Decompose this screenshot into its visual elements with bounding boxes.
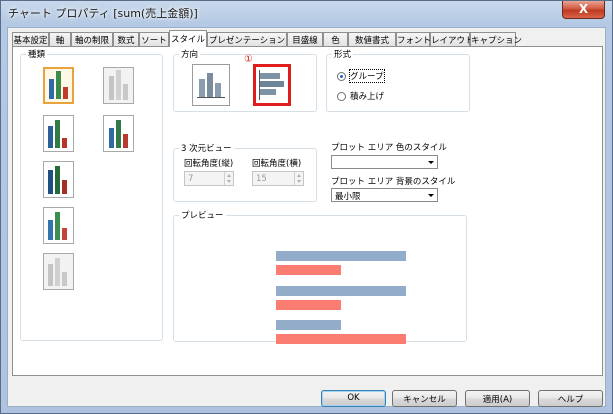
window-title: チャート プロパティ [sum(売上金額)] <box>8 7 198 20</box>
tab-presentation[interactable]: プレゼンテーション <box>207 32 287 46</box>
vertical-bars-icon <box>197 73 225 98</box>
tab-caption[interactable]: キャプション <box>470 32 522 46</box>
tab-layout[interactable]: レイアウト <box>430 32 474 46</box>
tab-basic[interactable]: 基本設定 <box>12 32 49 46</box>
form-group-label: 形式 <box>332 48 354 60</box>
view3d-group: 3 次元ビュー 回転角度(縦) 7 回転角度(横) 15 <box>173 142 317 202</box>
tab-number-format[interactable]: 数値書式 <box>348 32 396 46</box>
horizontal-direction-button[interactable] <box>253 64 291 106</box>
preview-bar <box>276 300 341 310</box>
preview-chart <box>174 216 466 344</box>
tab-colors[interactable]: 色 <box>323 32 348 46</box>
horizontal-bars-icon <box>259 70 284 100</box>
tab-style[interactable]: スタイル <box>169 30 207 47</box>
preview-bar <box>276 320 341 330</box>
annotation-marker: ① <box>244 54 253 65</box>
help-button[interactable]: ヘルプ <box>538 390 603 407</box>
tab-sort[interactable]: ソート <box>139 32 169 46</box>
preview-bar <box>276 286 406 296</box>
horizontal-rotation-spinner: 15 <box>252 171 304 186</box>
style-option-disabled-1 <box>103 67 134 104</box>
cancel-button[interactable]: キャンセル <box>392 390 457 407</box>
close-button[interactable]: X <box>562 1 605 19</box>
tab-gridlines[interactable]: 目盛線 <box>287 32 323 46</box>
chevron-down-icon <box>428 161 434 164</box>
group-radio[interactable] <box>337 72 346 81</box>
tab-axis[interactable]: 軸 <box>49 32 71 46</box>
chevron-down-icon <box>428 194 434 197</box>
type-group: 種類 <box>20 48 163 341</box>
title-bar[interactable]: チャート プロパティ [sum(売上金額)] X <box>1 1 612 23</box>
tab-axis-limits[interactable]: 軸の制限 <box>71 32 113 46</box>
horizontal-rotation-label: 回転角度(横) <box>252 159 302 169</box>
vertical-rotation-spinner: 7 <box>184 171 234 186</box>
plot-area-color-select[interactable] <box>331 155 438 169</box>
style-option-flat[interactable] <box>43 67 74 104</box>
style-tab-panel: 種類 方向 ① 形式 グループ 積み上げ 3 次元ビュー 回転角度(縦) 7 回… <box>12 46 603 376</box>
apply-button[interactable]: 適用(A) <box>465 390 530 407</box>
tab-font[interactable]: フォント <box>396 32 431 46</box>
tab-expression[interactable]: 数式 <box>113 32 139 46</box>
form-group: 形式 グループ 積み上げ <box>326 48 470 112</box>
preview-group: プレビュー <box>173 209 467 344</box>
horizontal-rotation-value: 15 <box>256 174 267 184</box>
plot-area-color-label: プロット エリア 色のスタイル <box>331 143 447 153</box>
plot-area-bg-value: 最小限 <box>335 192 361 202</box>
preview-bar <box>276 251 406 261</box>
ok-button[interactable]: OK <box>321 390 386 407</box>
direction-group: 方向 ① <box>173 48 317 112</box>
vertical-rotation-value: 7 <box>188 174 194 184</box>
plot-area-bg-label: プロット エリア 背景のスタイル <box>331 177 456 187</box>
preview-bar <box>276 334 406 344</box>
style-option-outline[interactable] <box>43 161 74 198</box>
style-option-gradient[interactable] <box>43 207 74 244</box>
style-option-shaded[interactable] <box>43 115 74 152</box>
vertical-direction-button[interactable] <box>192 64 230 106</box>
view3d-group-label: 3 次元ビュー <box>179 142 234 154</box>
group-radio-label[interactable]: グループ <box>349 69 385 83</box>
dialog-window: チャート プロパティ [sum(売上金額)] X 基本設定 軸 軸の制限 数式 … <box>0 0 613 414</box>
plot-area-bg-select[interactable]: 最小限 <box>331 188 438 202</box>
dialog-client: 基本設定 軸 軸の制限 数式 ソート スタイル プレゼンテーション 目盛線 色 … <box>7 27 606 407</box>
close-icon: X <box>578 2 589 16</box>
type-group-label: 種類 <box>26 48 48 60</box>
direction-group-label: 方向 <box>179 48 201 60</box>
style-option-3d[interactable] <box>103 115 134 152</box>
vertical-rotation-label: 回転角度(縦) <box>184 159 234 169</box>
stacked-radio-label[interactable]: 積み上げ <box>350 90 384 102</box>
style-option-disabled-2 <box>43 253 74 290</box>
preview-bar <box>276 265 341 275</box>
stacked-radio[interactable] <box>337 92 346 101</box>
